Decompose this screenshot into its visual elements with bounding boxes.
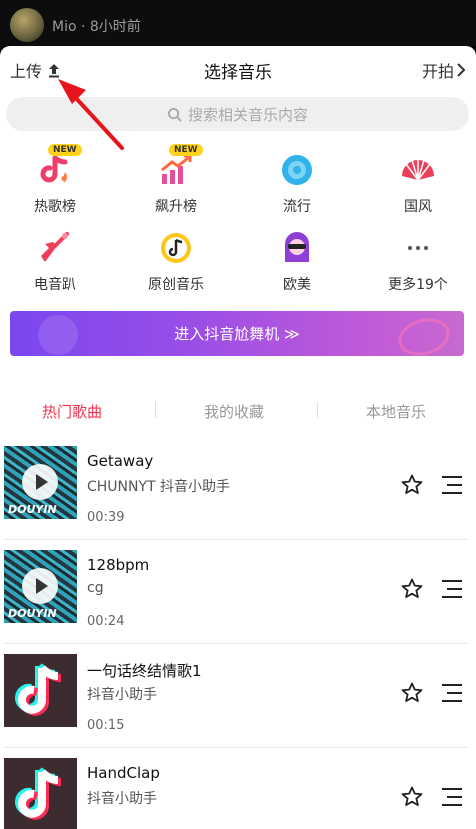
original-music-icon (161, 233, 191, 263)
new-badge: NEW (169, 144, 203, 156)
western-icon (285, 232, 309, 262)
tiktok-logo-icon (15, 663, 62, 716)
category-chinese[interactable]: 国风 (363, 150, 473, 216)
dance-machine-banner[interactable]: 进入抖音尬舞机 ≫ (10, 311, 464, 356)
song-title: 128bpm (87, 556, 150, 574)
top-bar: Mio · 8小时前 (0, 0, 476, 46)
new-badge: NEW (48, 144, 82, 156)
song-cover[interactable] (4, 654, 77, 727)
category-original[interactable]: 原创音乐 (121, 228, 231, 294)
banner-label: 进入抖音尬舞机 ≫ (174, 325, 300, 343)
category-label: 流行 (283, 199, 311, 215)
music-tabs: 热门歌曲 我的收藏 本地音乐 (0, 396, 476, 426)
pop-icon (282, 155, 312, 185)
category-rising-chart[interactable]: NEW 飙升榜 (121, 144, 231, 216)
play-icon[interactable] (22, 568, 58, 604)
tab-divider (155, 402, 156, 418)
rising-chart-icon (161, 154, 192, 184)
category-label: 国风 (404, 199, 432, 215)
chinese-fan-icon (402, 159, 434, 181)
guitar-icon (41, 232, 69, 262)
category-label: 飙升榜 (155, 199, 197, 215)
category-hot-chart[interactable]: NEW 热歌榜 (0, 144, 110, 216)
song-title: HandClap (87, 764, 160, 782)
playlist-icon[interactable] (440, 474, 464, 496)
song-artist: 抖音小助手 (87, 687, 157, 703)
more-icon (408, 246, 428, 250)
avatar[interactable] (10, 8, 44, 42)
song-title: Getaway (87, 452, 154, 470)
star-icon[interactable] (400, 473, 424, 497)
category-label: 热歌榜 (34, 199, 76, 215)
star-icon[interactable] (400, 785, 424, 809)
category-edm[interactable]: 电音趴 (0, 228, 110, 294)
cover-watermark: DOUYIN (8, 503, 57, 516)
playlist-icon[interactable] (440, 786, 464, 808)
search-placeholder: 搜索相关音乐内容 (187, 105, 308, 124)
song-artist: CHUNNYT 抖音小助手 (87, 479, 231, 495)
page-title: 选择音乐 (204, 63, 272, 83)
cover-watermark: DOUYIN (8, 607, 57, 620)
category-label: 电音趴 (34, 277, 76, 293)
play-icon[interactable] (22, 464, 58, 500)
tab-divider (317, 402, 318, 418)
song-row[interactable]: HandClap 抖音小助手 (0, 748, 476, 829)
start-button[interactable]: 开拍 (422, 58, 466, 82)
search-input[interactable]: 搜索相关音乐内容 (6, 97, 469, 131)
playlist-icon[interactable] (440, 578, 464, 600)
playlist-icon[interactable] (440, 682, 464, 704)
category-pop[interactable]: 流行 (242, 150, 352, 216)
category-grid: NEW 热歌榜 NEW 飙升榜 流行 国风 电音趴 原创音乐 欧美 更多19个 (0, 140, 476, 300)
music-select-sheet: 上传 选择音乐 开拍 搜索相关音乐内容 NEW 热歌榜 NEW 飙升榜 流行 国… (0, 46, 476, 829)
banner-decoration (38, 315, 78, 355)
tab-favorites[interactable]: 我的收藏 (204, 401, 264, 422)
star-icon[interactable] (400, 681, 424, 705)
tiktok-logo-icon (15, 767, 62, 820)
star-icon[interactable] (400, 577, 424, 601)
song-duration: 00:24 (87, 614, 125, 629)
song-row[interactable]: DOUYIN 128bpm cg 00:24 (0, 540, 476, 644)
search-icon (167, 107, 182, 122)
category-label: 更多19个 (388, 277, 448, 293)
category-label: 欧美 (283, 277, 311, 293)
song-duration: 00:39 (87, 510, 125, 525)
song-row[interactable]: DOUYIN Getaway CHUNNYT 抖音小助手 00:39 (0, 436, 476, 540)
song-row[interactable]: 一句话终结情歌1 抖音小助手 00:15 (0, 644, 476, 748)
song-cover[interactable] (4, 758, 77, 829)
chevron-right-icon (457, 63, 466, 77)
tab-hot-songs[interactable]: 热门歌曲 (42, 401, 102, 422)
category-more[interactable]: 更多19个 (363, 228, 473, 294)
song-cover[interactable]: DOUYIN (4, 550, 77, 623)
banner-decoration (394, 312, 454, 356)
username-label: Mio · 8小时前 (52, 19, 141, 35)
song-artist: 抖音小助手 (87, 791, 157, 807)
category-label: 原创音乐 (148, 277, 204, 293)
song-cover[interactable]: DOUYIN (4, 446, 77, 519)
hot-chart-icon (40, 155, 68, 183)
category-western[interactable]: 欧美 (242, 228, 352, 294)
song-title: 一句话终结情歌1 (87, 662, 202, 680)
tab-local-music[interactable]: 本地音乐 (366, 401, 426, 422)
song-duration: 00:15 (87, 718, 125, 733)
start-label: 开拍 (421, 62, 454, 81)
song-artist: cg (87, 580, 104, 596)
header: 上传 选择音乐 开拍 (0, 46, 476, 92)
